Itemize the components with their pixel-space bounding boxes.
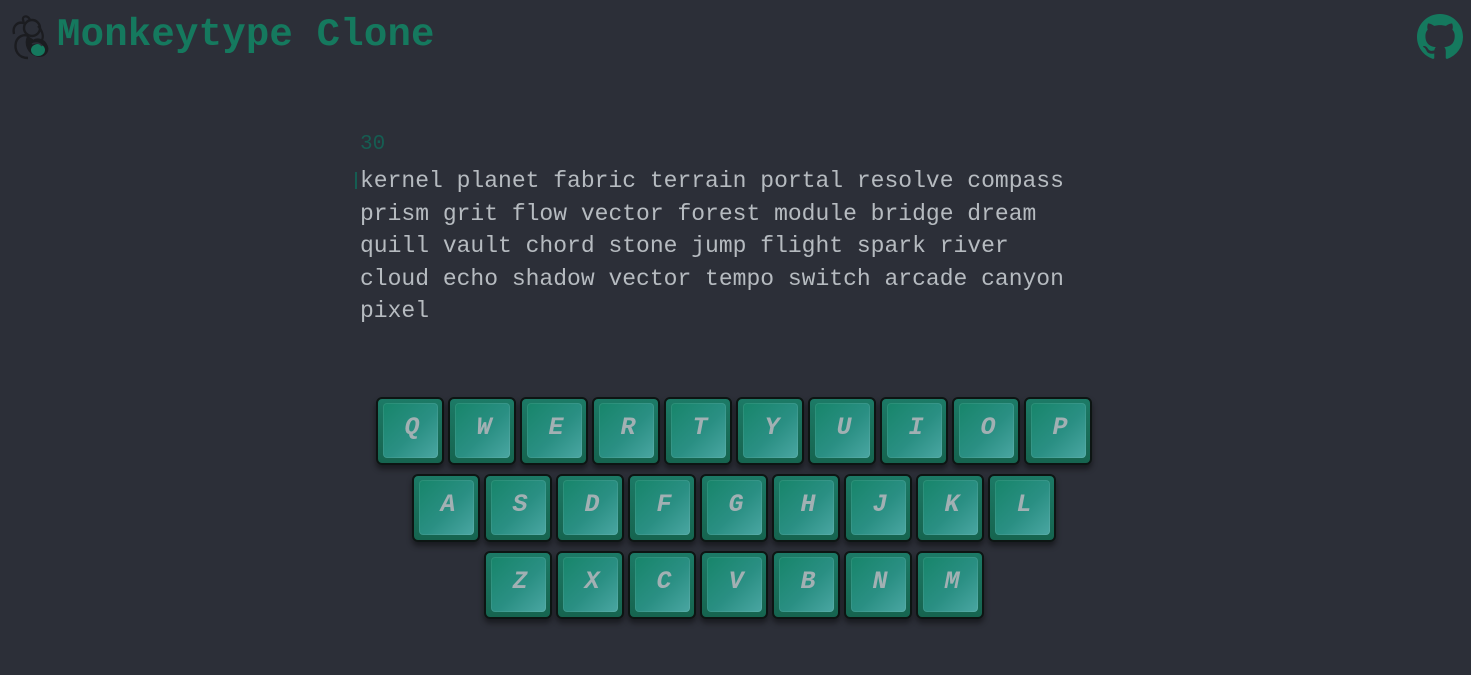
key-o[interactable]: O bbox=[952, 397, 1020, 465]
key-e[interactable]: E bbox=[520, 397, 588, 465]
key-x[interactable]: X bbox=[556, 551, 624, 619]
app-title: Monkeytype Clone bbox=[57, 13, 435, 57]
header: Monkeytype Clone bbox=[0, 0, 1471, 78]
words-line: prism grit flow vector forest module bri… bbox=[360, 200, 1037, 227]
key-b[interactable]: B bbox=[772, 551, 840, 619]
key-a[interactable]: A bbox=[412, 474, 480, 542]
key-label: V bbox=[728, 567, 744, 596]
key-z[interactable]: Z bbox=[484, 551, 552, 619]
key-f[interactable]: F bbox=[628, 474, 696, 542]
key-label: G bbox=[728, 490, 744, 519]
key-label: P bbox=[1052, 413, 1068, 442]
key-w[interactable]: W bbox=[448, 397, 516, 465]
key-p[interactable]: P bbox=[1024, 397, 1092, 465]
virtual-keyboard: Q W E R T Y U I O P A S D F G H J K L Z X C V B N M bbox=[0, 0, 1471, 675]
key-j[interactable]: J bbox=[844, 474, 912, 542]
github-icon[interactable] bbox=[1417, 14, 1463, 60]
text-caret bbox=[355, 172, 357, 189]
key-i[interactable]: I bbox=[880, 397, 948, 465]
key-m[interactable]: M bbox=[916, 551, 984, 619]
words-line: quill vault chord stone jump flight spar… bbox=[360, 233, 1009, 259]
key-h[interactable]: H bbox=[772, 474, 840, 542]
key-v[interactable]: V bbox=[700, 551, 768, 619]
key-label: U bbox=[836, 413, 852, 442]
key-label: N bbox=[872, 567, 888, 596]
key-label: S bbox=[512, 490, 528, 519]
key-label: X bbox=[584, 567, 600, 596]
words-line: pixel bbox=[360, 298, 430, 324]
key-r[interactable]: R bbox=[592, 397, 660, 465]
key-t[interactable]: T bbox=[664, 397, 732, 465]
words-line: kernel planet fabric terrain portal reso… bbox=[360, 168, 1064, 194]
key-label: W bbox=[476, 413, 492, 442]
key-d[interactable]: D bbox=[556, 474, 624, 542]
key-label: D bbox=[584, 490, 600, 519]
key-label: O bbox=[980, 413, 996, 442]
key-label: Y bbox=[764, 413, 780, 442]
key-label: J bbox=[872, 490, 888, 519]
key-k[interactable]: K bbox=[916, 474, 984, 542]
key-s[interactable]: S bbox=[484, 474, 552, 542]
key-y[interactable]: Y bbox=[736, 397, 804, 465]
key-u[interactable]: U bbox=[808, 397, 876, 465]
key-l[interactable]: L bbox=[988, 474, 1056, 542]
key-label: I bbox=[908, 413, 924, 442]
timer-countdown: 30 bbox=[360, 133, 386, 156]
key-n[interactable]: N bbox=[844, 551, 912, 619]
key-q[interactable]: Q bbox=[376, 397, 444, 465]
key-label: H bbox=[800, 490, 816, 519]
key-label: F bbox=[656, 490, 672, 519]
key-label: R bbox=[620, 413, 636, 442]
key-label: Q bbox=[404, 413, 420, 442]
key-label: B bbox=[800, 567, 816, 596]
key-label: L bbox=[1016, 490, 1032, 519]
key-label: Z bbox=[512, 567, 528, 596]
words-display[interactable]: kernel planet fabric terrain portal reso… bbox=[360, 165, 1120, 328]
key-label: E bbox=[548, 413, 564, 442]
words-line: cloud echo shadow vector tempo switch ar… bbox=[360, 265, 1064, 292]
key-c[interactable]: C bbox=[628, 551, 696, 619]
key-label: A bbox=[440, 490, 456, 519]
key-label: K bbox=[944, 490, 960, 519]
key-label: M bbox=[944, 567, 960, 596]
monkey-logo-icon bbox=[8, 14, 54, 62]
key-g[interactable]: G bbox=[700, 474, 768, 542]
key-label: T bbox=[692, 413, 708, 442]
key-label: C bbox=[656, 567, 672, 596]
